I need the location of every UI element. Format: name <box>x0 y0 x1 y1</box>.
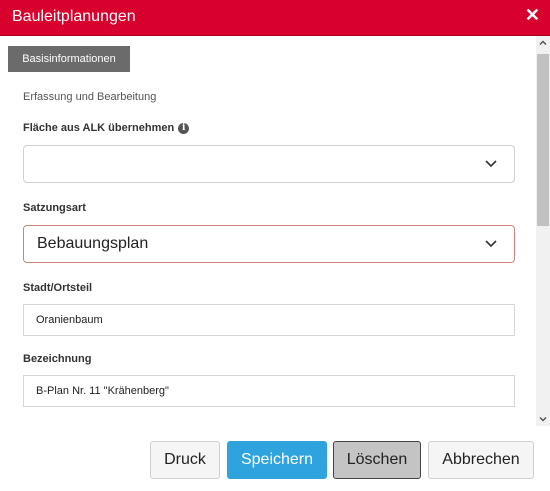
abbrechen-button[interactable]: Abbrechen <box>428 441 534 479</box>
stadt-label: Stadt/Ortsteil <box>23 282 92 294</box>
tab-basisinformationen[interactable]: Basisinformationen <box>8 46 130 72</box>
stadt-label-text: Stadt/Ortsteil <box>23 282 93 294</box>
speichern-button[interactable]: Speichern <box>227 441 327 479</box>
stadt-input-value: Oranienbaum <box>36 314 103 326</box>
flaeche-select[interactable] <box>23 145 515 183</box>
satzungsart-select[interactable]: Bebauungsplan <box>23 225 515 263</box>
section-label: Erfassung und Bearbeitung <box>23 91 157 103</box>
bezeichnung-label: Bezeichnung <box>23 353 91 365</box>
scroll-down-arrow-icon[interactable] <box>536 412 550 426</box>
stadt-input[interactable]: Oranienbaum <box>23 304 515 336</box>
loeschen-button[interactable]: Löschen <box>333 441 421 479</box>
bezeichnung-input-value: B-Plan Nr. 11 "Krähenberg" <box>36 385 169 397</box>
dialog-content: Basisinformationen Erfassung und Bearbei… <box>0 36 536 426</box>
info-icon[interactable]: i <box>178 122 190 134</box>
druck-button[interactable]: Druck <box>150 441 220 479</box>
satzungsart-label-text: Satzungsart <box>23 202 86 214</box>
flaeche-label-text: Fläche aus ALK übernehmen <box>23 122 175 134</box>
dialog-title: Bauleitplanungen <box>12 8 136 25</box>
satzungsart-label: Satzungsart <box>23 202 86 214</box>
scrollbar-thumb[interactable] <box>537 54 549 226</box>
chevron-down-icon <box>485 240 497 248</box>
close-icon[interactable]: ✕ <box>525 5 540 25</box>
satzungsart-select-value: Bebauungsplan <box>37 235 149 252</box>
bezeichnung-input[interactable]: B-Plan Nr. 11 "Krähenberg" <box>23 375 515 407</box>
scrollbar[interactable] <box>536 36 550 426</box>
dialog-titlebar: Bauleitplanungen ✕ <box>0 0 550 36</box>
flaeche-label: Fläche aus ALK übernehmen i <box>23 122 190 134</box>
chevron-down-icon <box>485 160 497 168</box>
bezeichnung-label-text: Bezeichnung <box>23 353 92 365</box>
scroll-up-arrow-icon[interactable] <box>536 36 550 50</box>
tab-label: Basisinformationen <box>22 53 116 65</box>
